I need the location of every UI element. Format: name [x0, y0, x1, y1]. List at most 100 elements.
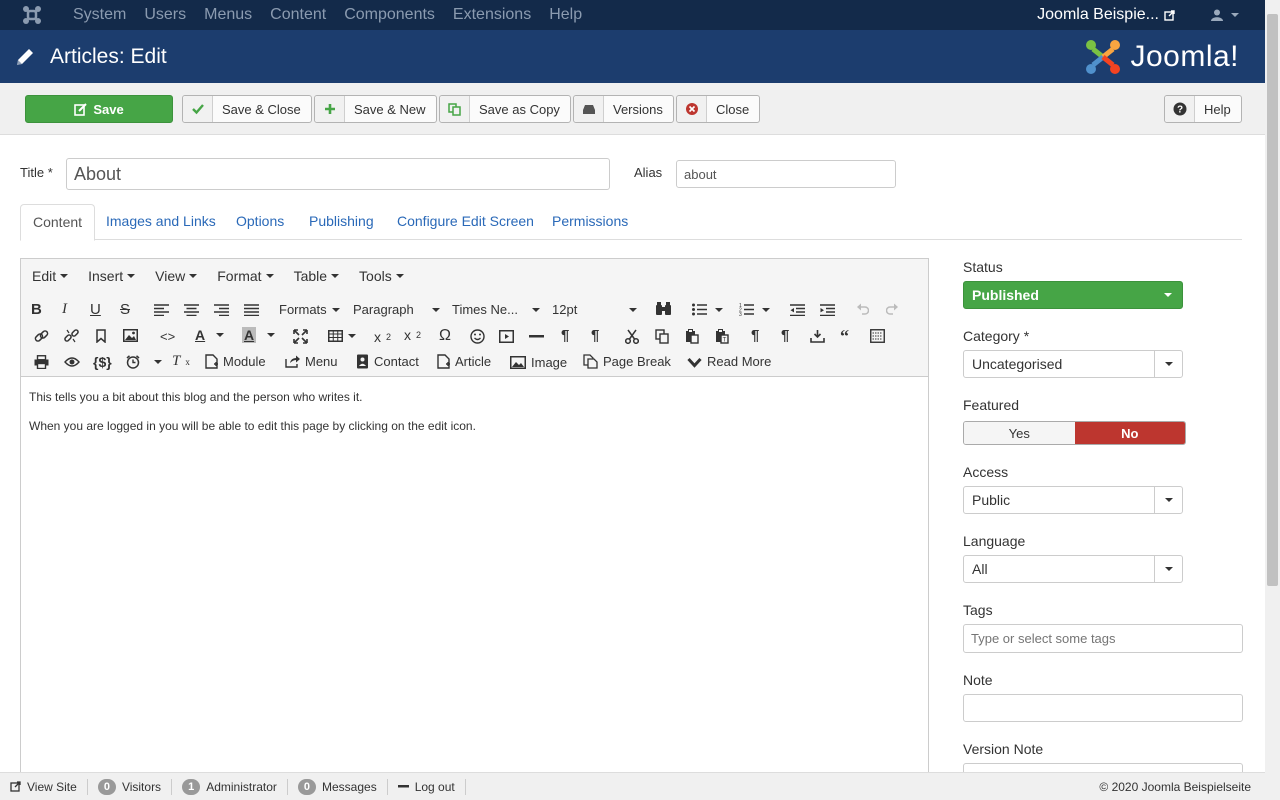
outdent-icon[interactable] — [790, 304, 805, 316]
site-link[interactable]: Joomla Beispie... — [1037, 6, 1175, 24]
save-close-button[interactable]: Save & Close — [182, 95, 312, 123]
paste-icon[interactable] — [685, 329, 699, 344]
underline-icon[interactable]: U — [90, 301, 101, 318]
bookmark-icon[interactable] — [96, 329, 106, 343]
language-select[interactable]: All — [963, 555, 1183, 583]
versions-button[interactable]: Versions — [573, 95, 674, 123]
status-select[interactable]: Published — [963, 281, 1183, 309]
menu-button[interactable]: Menu — [285, 354, 338, 369]
font-family-dropdown[interactable]: Times Ne... — [452, 302, 540, 317]
find-replace-icon[interactable] — [656, 302, 671, 316]
contact-button[interactable]: Contact — [356, 354, 419, 369]
save-copy-button[interactable]: Save as Copy — [439, 95, 571, 123]
tab-configure-edit-screen[interactable]: Configure Edit Screen — [397, 204, 534, 240]
note-input[interactable] — [963, 694, 1243, 722]
table-icon[interactable] — [328, 330, 356, 342]
print-icon[interactable] — [34, 355, 49, 369]
nav-components[interactable]: Components — [335, 0, 444, 30]
print-preview-icon[interactable] — [870, 329, 885, 343]
tab-options[interactable]: Options — [236, 204, 284, 240]
unlink-icon[interactable] — [64, 329, 79, 343]
image-button[interactable]: Image — [510, 355, 567, 370]
read-more-button[interactable]: Read More — [687, 354, 771, 369]
visual-chars-icon[interactable]: ¶ — [751, 327, 759, 344]
logout-link[interactable]: Log out — [388, 778, 466, 795]
link-icon[interactable] — [34, 329, 49, 343]
tab-publishing[interactable]: Publishing — [309, 204, 374, 240]
align-justify-icon[interactable] — [244, 304, 259, 316]
align-left-icon[interactable] — [154, 304, 169, 316]
view-site-link[interactable]: View Site — [0, 778, 88, 795]
superscript-icon[interactable]: x2 — [404, 327, 421, 343]
page-break-button[interactable]: Page Break — [583, 354, 671, 369]
fullscreen-icon[interactable] — [293, 329, 308, 344]
horizontal-line-icon[interactable] — [529, 335, 544, 338]
access-select[interactable]: Public — [963, 486, 1183, 514]
tab-content[interactable]: Content — [20, 204, 96, 241]
tags-input[interactable] — [963, 624, 1243, 653]
ltr-icon[interactable]: ¶ — [561, 327, 569, 344]
save-new-button[interactable]: Save & New — [314, 95, 437, 123]
editor-menu-format[interactable]: Format — [217, 268, 274, 284]
special-character-icon[interactable]: Ω — [439, 327, 451, 345]
editor-menu-table[interactable]: Table — [294, 268, 340, 284]
rtl-icon[interactable]: ¶ — [591, 327, 599, 344]
copy-text-icon[interactable] — [655, 329, 669, 344]
emoticons-icon[interactable] — [470, 329, 485, 344]
featured-no-option[interactable]: No — [1074, 422, 1185, 444]
font-size-dropdown[interactable]: 12pt — [552, 302, 638, 317]
strikethrough-icon[interactable]: S — [120, 301, 130, 318]
messages-link[interactable]: 0 Messages — [288, 778, 388, 795]
indent-icon[interactable] — [820, 304, 835, 316]
media-icon[interactable] — [499, 330, 514, 343]
nav-menus[interactable]: Menus — [195, 0, 261, 30]
insert-image-icon[interactable] — [123, 329, 138, 342]
align-center-icon[interactable] — [184, 304, 199, 316]
close-button[interactable]: Close — [676, 95, 761, 123]
code-icon[interactable]: <> — [160, 329, 175, 344]
align-right-icon[interactable] — [214, 304, 229, 316]
article-button[interactable]: Article — [437, 354, 491, 369]
formats-dropdown[interactable]: Formats — [279, 302, 340, 317]
help-button[interactable]: ? Help — [1164, 95, 1242, 123]
template-variable-icon[interactable]: {$} — [93, 354, 112, 370]
block-format-dropdown[interactable]: Paragraph — [353, 302, 440, 317]
user-menu[interactable] — [1211, 9, 1239, 21]
module-button[interactable]: Module — [205, 354, 266, 369]
tab-images-links[interactable]: Images and Links — [106, 204, 216, 240]
nonbreaking-icon[interactable]: ¶ — [781, 327, 789, 344]
bold-icon[interactable]: B — [31, 301, 42, 318]
alias-input[interactable]: about — [676, 160, 896, 188]
undo-icon[interactable] — [856, 303, 869, 315]
clear-formatting-icon[interactable]: Tx — [172, 353, 190, 370]
insert-datetime-icon[interactable] — [126, 355, 162, 369]
nav-users[interactable]: Users — [135, 0, 195, 30]
editor-content-area[interactable]: This tells you a bit about this blog and… — [21, 377, 928, 461]
page-scrollbar[interactable] — [1265, 0, 1280, 800]
editor-menu-edit[interactable]: Edit — [32, 268, 69, 284]
nav-extensions[interactable]: Extensions — [444, 0, 540, 30]
template-icon[interactable] — [810, 329, 825, 343]
version-note-input[interactable] — [963, 763, 1243, 772]
nav-system[interactable]: System — [64, 0, 135, 30]
joomla-menu-icon[interactable] — [0, 0, 64, 30]
redo-icon[interactable] — [886, 303, 899, 315]
bullet-list-icon[interactable] — [692, 303, 723, 316]
featured-yes-option[interactable]: Yes — [964, 422, 1075, 444]
paste-text-icon[interactable]: T — [715, 329, 729, 344]
subscript-icon[interactable]: x2 — [374, 329, 391, 345]
administrator-link[interactable]: 1 Administrator — [172, 778, 288, 795]
blockquote-icon[interactable]: “ — [840, 326, 849, 347]
numbered-list-icon[interactable]: 123 — [739, 303, 770, 316]
editor-menu-tools[interactable]: Tools — [359, 268, 404, 284]
nav-content[interactable]: Content — [261, 0, 335, 30]
category-select[interactable]: Uncategorised — [963, 350, 1183, 378]
preview-icon[interactable] — [64, 356, 80, 368]
text-color-icon[interactable]: A — [195, 327, 225, 343]
save-button[interactable]: Save — [25, 95, 173, 123]
tab-permissions[interactable]: Permissions — [552, 204, 628, 240]
cut-icon[interactable] — [625, 329, 639, 344]
scrollbar-thumb[interactable] — [1267, 14, 1278, 586]
editor-menu-view[interactable]: View — [155, 268, 198, 284]
title-input[interactable]: About — [66, 158, 610, 190]
